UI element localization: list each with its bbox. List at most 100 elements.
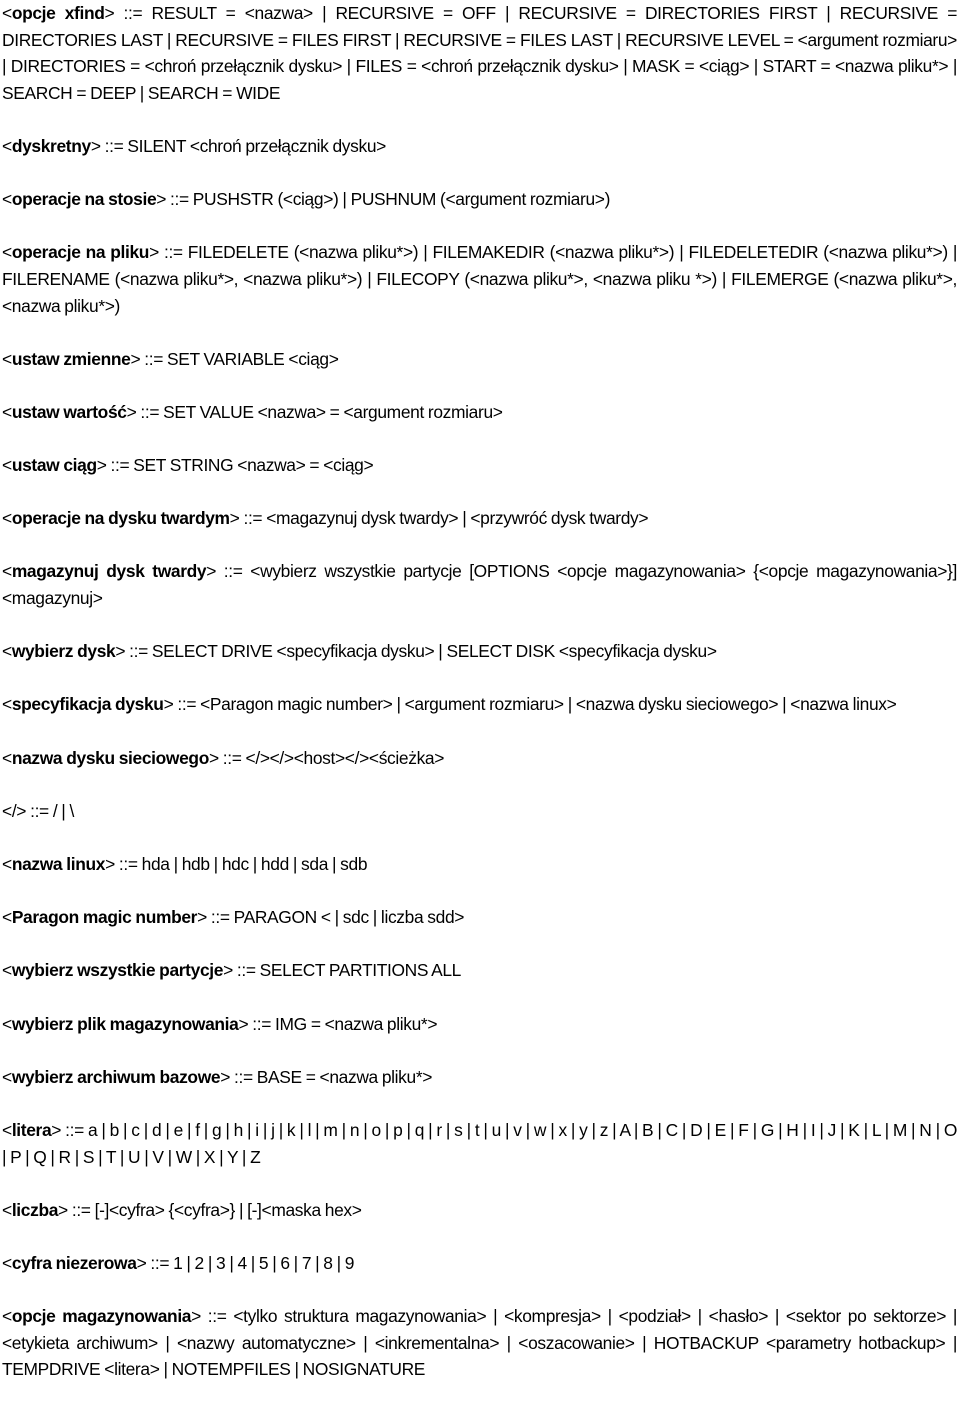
open-bracket: <	[2, 401, 12, 422]
rule-definition: ::= <Paragon magic number> | <argument r…	[173, 694, 897, 715]
rule-separator: </> ::= / | \	[2, 798, 957, 825]
rule-term: liczba	[11, 1199, 59, 1220]
rule-term: dyskretny	[11, 135, 91, 156]
rule-wybierz-dysk: <wybierz dysk> ::= SELECT DRIVE <specyfi…	[2, 638, 957, 665]
rule-operacje-na-pliku: <operacje na pliku> ::= FILEDELETE (<naz…	[2, 239, 957, 319]
rule-definition: ::= RESULT = <nazwa> | RECURSIVE = OFF |…	[2, 3, 958, 103]
open-bracket: <	[2, 3, 12, 23]
open-bracket: <	[2, 455, 12, 476]
rule-term: litera	[11, 1119, 52, 1140]
close-bracket: >	[156, 189, 167, 210]
rule-definition: ::= [-]<cyfra> {<cyfra>} | [-]<maska hex…	[67, 1199, 362, 1220]
close-bracket: >	[51, 1119, 62, 1140]
rule-term: operacje na pliku	[11, 242, 150, 263]
rule-specyfikacja-dysku: <specyfikacja dysku> ::= <Paragon magic …	[2, 691, 957, 718]
rule-nazwa-linux: <nazwa linux> ::= hda | hdb | hdc | hdd …	[2, 851, 957, 878]
open-bracket: <	[2, 1306, 12, 1327]
close-bracket: >	[130, 348, 141, 369]
close-bracket: >	[197, 907, 207, 928]
close-bracket: >	[163, 694, 174, 715]
open-bracket: <	[2, 508, 12, 529]
close-bracket: >	[96, 455, 107, 476]
rule-term: wybierz dysk	[11, 641, 116, 662]
rule-wybierz-archiwum-bazowe: <wybierz archiwum bazowe> ::= BASE = <na…	[2, 1064, 957, 1091]
open-bracket: <	[2, 1252, 12, 1273]
open-bracket: <	[2, 747, 12, 768]
rule-wybierz-plik-magazynowania: <wybierz plik magazynowania> ::= IMG = <…	[2, 1011, 957, 1038]
open-bracket: <	[2, 641, 12, 662]
rule-term: wybierz archiwum bazowe	[11, 1066, 221, 1087]
close-bracket: >	[126, 401, 137, 422]
rule-definition: ::= SELECT DRIVE <specyfikacja dysku> | …	[125, 641, 717, 662]
close-bracket: >	[238, 1013, 249, 1034]
rule-definition: ::= <magazynuj dysk twardy> | <przywróć …	[239, 508, 649, 529]
rule-definition: ::= PUSHSTR (<ciąg>) | PUSHNUM (<argumen…	[166, 189, 611, 210]
rule-definition: ::= SET VARIABLE <ciąg>	[140, 348, 339, 369]
open-bracket: <	[2, 135, 12, 156]
rule-ustaw-wartosc: <ustaw wartość> ::= SET VALUE <nazwa> = …	[2, 399, 957, 426]
rule-definition: ::= / | \	[26, 800, 74, 821]
rule-opcje-xfind: <opcje xfind> ::= RESULT = <nazwa> | REC…	[2, 0, 957, 106]
rule-definition: ::= SET STRING <nazwa> = <ciąg>	[106, 455, 374, 476]
rule-ustaw-zmienne: <ustaw zmienne> ::= SET VARIABLE <ciąg>	[2, 346, 957, 373]
open-bracket: <	[2, 1013, 12, 1034]
open-bracket: <	[2, 854, 12, 874]
close-bracket: >	[136, 1252, 147, 1273]
close-bracket: >	[191, 1306, 201, 1327]
close-bracket: >	[229, 508, 240, 529]
open-bracket: <	[2, 907, 12, 928]
rule-term: operacje na stosie	[11, 189, 157, 210]
rule-term: cyfra niezerowa	[11, 1252, 137, 1273]
rule-term: nazwa dysku sieciowego	[11, 747, 210, 768]
rule-operacje-na-stosie: <operacje na stosie> ::= PUSHSTR (<ciąg>…	[2, 186, 957, 213]
rule-definition: ::= SET VALUE <nazwa> = <argument rozmia…	[136, 401, 503, 422]
rule-definition: ::= PARAGON < | sdc | liczba sdd>	[206, 907, 465, 928]
open-bracket: <	[2, 960, 12, 981]
rule-definition: ::= 1 | 2 | 3 | 4 | 5 | 6 | 7 | 8 | 9	[146, 1252, 355, 1273]
rule-term: opcje xfind	[11, 3, 105, 23]
open-bracket: <	[2, 189, 12, 210]
rule-definition: ::= hda | hdb | hdc | hdd | sda | sdb	[114, 854, 368, 874]
rule-term: nazwa linux	[11, 854, 106, 874]
close-bracket: >	[105, 854, 115, 874]
open-bracket: <	[2, 1199, 12, 1220]
rule-definition: ::= SELECT PARTITIONS ALL	[232, 960, 462, 981]
rule-term: ustaw zmienne	[11, 348, 131, 369]
rule-dyskretny: <dyskretny> ::= SILENT <chroń przełączni…	[2, 133, 957, 160]
rule-term: ustaw ciąg	[11, 455, 97, 476]
close-bracket: >	[90, 135, 101, 156]
rule-cyfra-niezerowa: <cyfra niezerowa> ::= 1 | 2 | 3 | 4 | 5 …	[2, 1250, 957, 1277]
rule-term: opcje magazynowania	[11, 1306, 192, 1327]
rule-definition: ::= IMG = <nazwa pliku*>	[248, 1013, 438, 1034]
rule-operacje-na-dysku-twardym: <operacje na dysku twardym> ::= <magazyn…	[2, 505, 957, 532]
close-bracket: >	[220, 1066, 231, 1087]
rule-litera: <litera> ::= a | b | c | d | e | f | g |…	[2, 1117, 957, 1170]
rule-opcje-magazynowania: <opcje magazynowania> ::= <tylko struktu…	[2, 1303, 957, 1383]
rule-nazwa-dysku-sieciowego: <nazwa dysku sieciowego> ::= </></><host…	[2, 745, 957, 772]
grammar-document: <opcje xfind> ::= RESULT = <nazwa> | REC…	[0, 0, 958, 1383]
open-bracket: <	[2, 1119, 12, 1140]
rule-term: ustaw wartość	[11, 401, 127, 422]
rule-term: wybierz wszystkie partycje	[11, 960, 224, 981]
rule-definition: ::= SILENT <chroń przełącznik dysku>	[100, 135, 387, 156]
close-bracket: >	[104, 3, 115, 23]
rule-term: operacje na dysku twardym	[11, 508, 230, 529]
rule-paragon-magic-number: <Paragon magic number> ::= PARAGON < | s…	[2, 904, 957, 931]
close-bracket: >	[223, 960, 233, 981]
close-bracket: >	[208, 747, 219, 768]
open-bracket: <	[2, 242, 12, 263]
close-bracket: >	[149, 242, 159, 263]
rule-ustaw-ciag: <ustaw ciąg> ::= SET STRING <nazwa> = <c…	[2, 452, 957, 479]
open-bracket: <	[2, 800, 12, 821]
rule-wybierz-wszystkie-partycje: <wybierz wszystkie partycje> ::= SELECT …	[2, 957, 957, 984]
close-bracket: >	[58, 1199, 68, 1220]
rule-term: wybierz plik magazynowania	[11, 1013, 239, 1034]
rule-term: Paragon magic number	[11, 907, 198, 928]
close-bracket: >	[115, 641, 126, 662]
open-bracket: <	[2, 348, 12, 369]
rule-term: magazynuj dysk twardy	[11, 561, 207, 582]
rule-definition: ::= a | b | c | d | e | f | g | h | i | …	[2, 1119, 957, 1167]
close-bracket: >	[206, 561, 217, 582]
close-bracket: >	[16, 800, 27, 821]
rule-definition: ::= </></><host></><ścieżka>	[218, 747, 445, 768]
